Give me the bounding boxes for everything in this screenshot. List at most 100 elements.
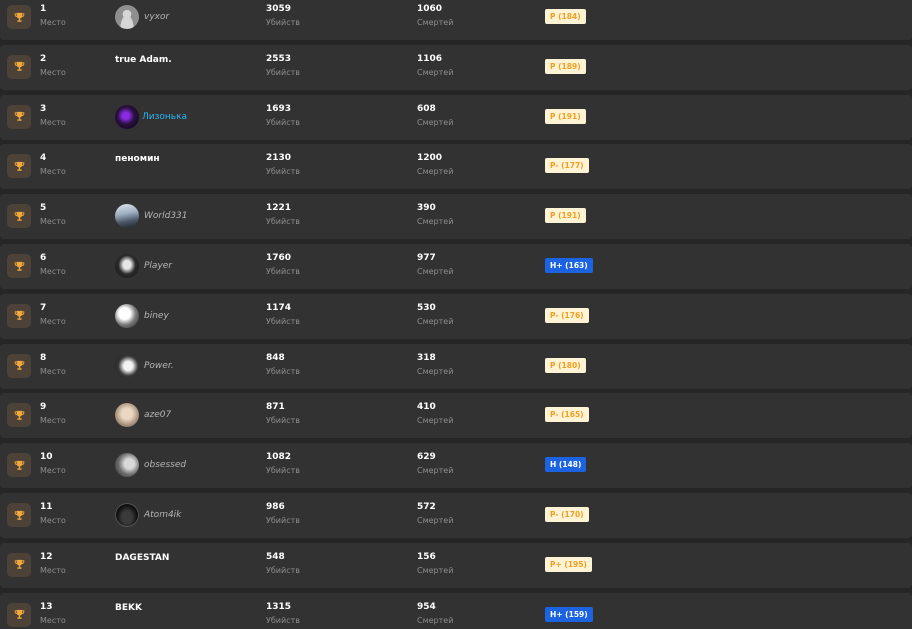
deaths-value: 156 [417, 551, 436, 562]
kills-label: Убийств [266, 267, 300, 276]
table-row[interactable]: 6 Место Player 1760 Убийств 977 Смертей H+ (163… [0, 244, 912, 289]
trophy-icon [7, 204, 31, 229]
player-name[interactable]: biney [144, 311, 169, 321]
deaths-value: 977 [417, 253, 436, 263]
table-row[interactable]: 9 Место aze07 871 Убийств 410 Смертей P- (165) [0, 393, 912, 439]
player-cell[interactable]: BEKK [115, 602, 142, 614]
deaths-value: 954 [417, 601, 436, 612]
rank-badge: H+ (163) [545, 258, 593, 273]
player-cell[interactable]: vyxor [115, 5, 169, 29]
player-name[interactable]: obsessed [144, 460, 186, 470]
table-row[interactable]: 1 Место vyxor 3059 Убийств 1060 Смертей P (184) [0, 0, 912, 40]
player-name[interactable]: Player [144, 261, 172, 271]
place-number: 2 [40, 53, 47, 64]
place-label: Место [40, 516, 66, 525]
place-label: Место [40, 366, 66, 376]
place-label: Место [40, 615, 66, 625]
player-cell[interactable]: biney [115, 303, 169, 328]
table-row[interactable]: 3 Место Лизонька 1693 Убийств 608 Смертей P (19… [0, 94, 912, 140]
rank-badge: P (184) [545, 9, 586, 24]
player-cell[interactable]: DAGESTAN [115, 552, 169, 564]
trophy-icon [7, 453, 31, 478]
deaths-value: 390 [417, 203, 436, 214]
kills-value: 2553 [266, 53, 292, 64]
player-cell[interactable]: Power. [115, 353, 174, 378]
player-cell[interactable]: Player [115, 254, 172, 278]
rank-badge: P- (165) [545, 407, 589, 423]
rank-badge: P (180) [545, 357, 586, 373]
player-name[interactable]: World331 [144, 211, 188, 221]
deaths-label: Смертей [417, 565, 454, 575]
avatar[interactable] [115, 453, 139, 478]
place-label: Место [40, 18, 66, 27]
trophy-icon [7, 403, 31, 428]
player-cell[interactable]: Atom4ik [115, 503, 181, 527]
deaths-value: 608 [417, 103, 436, 114]
player-name[interactable]: DAGESTAN [115, 553, 169, 563]
avatar[interactable] [115, 5, 139, 29]
avatar[interactable] [115, 204, 139, 229]
leaderboard: 1 Место vyxor 3059 Убийств 1060 Смертей P (184)… [0, 0, 912, 629]
table-row[interactable]: 10 Место obsessed 1082 Убийств 629 Смертей H (1… [0, 443, 912, 489]
player-name[interactable]: Power. [144, 361, 174, 371]
deaths-label: Смертей [417, 516, 454, 525]
table-row[interactable]: 4 Место пеномин 2130 Убийств 1200 Смертей P- (1… [0, 144, 912, 190]
kills-label: Убийств [266, 615, 300, 625]
place-number: 10 [40, 452, 53, 463]
player-cell[interactable]: World331 [115, 204, 188, 229]
kills-label: Убийств [266, 366, 300, 376]
kills-value: 1315 [266, 601, 292, 612]
avatar[interactable] [115, 353, 139, 378]
avatar[interactable] [115, 303, 139, 328]
table-row[interactable]: 12 Место DAGESTAN 548 Убийств 156 Смертей P+ (1… [0, 542, 912, 588]
kills-value: 871 [266, 402, 285, 413]
deaths-label: Смертей [417, 217, 454, 227]
avatar[interactable] [115, 254, 139, 278]
player-name[interactable]: Atom4ik [144, 510, 181, 520]
deaths-value: 530 [417, 302, 436, 313]
table-row[interactable]: 11 Место Atom4ik 986 Убийств 572 Смертей P- (17… [0, 493, 912, 538]
table-row[interactable]: 7 Место biney 1174 Убийств 530 Смертей P- (176) [0, 293, 912, 339]
player-name[interactable]: BEKK [115, 603, 142, 613]
avatar[interactable] [115, 503, 139, 527]
kills-value: 1082 [266, 452, 292, 463]
player-name[interactable]: пеномин [115, 154, 160, 164]
deaths-value: 1200 [417, 153, 443, 164]
rank-badge: H (148) [545, 457, 587, 473]
player-cell[interactable]: пеномин [115, 153, 160, 165]
deaths-label: Смертей [417, 366, 454, 376]
player-cell[interactable]: true Adam. [115, 54, 172, 66]
place-label: Место [40, 316, 66, 326]
player-name[interactable]: vyxor [144, 12, 169, 22]
place-label: Место [40, 416, 66, 426]
player-name[interactable]: aze07 [144, 410, 171, 420]
place-number: 4 [40, 153, 47, 164]
kills-value: 986 [266, 502, 285, 512]
avatar[interactable] [115, 104, 139, 129]
table-row[interactable]: 13 Место BEKK 1315 Убийств 954 Смертей H+ (159) [0, 592, 912, 629]
kills-label: Убийств [266, 217, 300, 227]
kills-label: Убийств [266, 18, 300, 27]
player-cell[interactable]: obsessed [115, 453, 186, 478]
deaths-label: Смертей [417, 316, 454, 326]
trophy-icon [7, 353, 31, 378]
trophy-icon [7, 104, 31, 129]
place-label: Место [40, 167, 66, 177]
trophy-icon [7, 503, 31, 527]
player-cell[interactable]: aze07 [115, 403, 171, 428]
table-row[interactable]: 2 Место true Adam. 2553 Убийств 1106 Смертей P … [0, 44, 912, 90]
kills-label: Убийств [266, 316, 300, 326]
place-number: 7 [40, 302, 47, 313]
rank-badge: P- (176) [545, 307, 589, 323]
avatar[interactable] [115, 403, 139, 428]
kills-value: 1221 [266, 203, 292, 214]
trophy-icon [7, 552, 31, 577]
player-name[interactable]: Лизонька [142, 112, 187, 122]
kills-label: Убийств [266, 416, 300, 426]
player-cell[interactable]: Лизонька [115, 104, 187, 129]
table-row[interactable]: 8 Место Power. 848 Убийств 318 Смертей P (180) [0, 343, 912, 389]
table-row[interactable]: 5 Место World331 1221 Убийств 390 Смертей P (19… [0, 194, 912, 240]
deaths-label: Смертей [417, 416, 454, 426]
deaths-value: 1106 [417, 53, 443, 64]
player-name[interactable]: true Adam. [115, 55, 172, 65]
